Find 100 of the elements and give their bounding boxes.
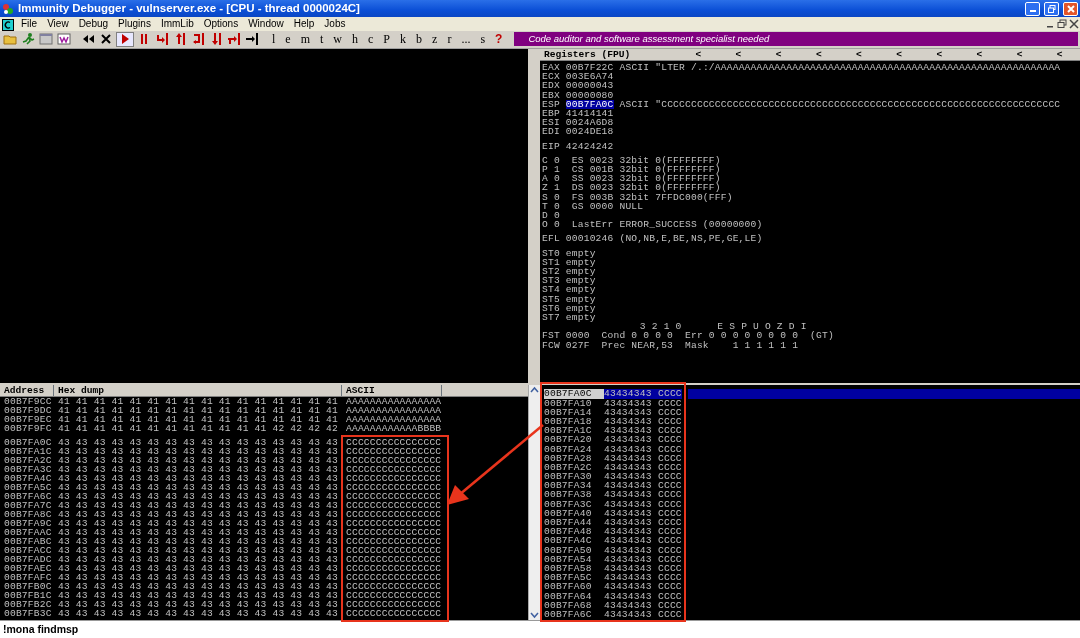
minimize-button[interactable] <box>1025 1 1040 16</box>
scrollbar[interactable] <box>528 385 540 621</box>
close-icon[interactable] <box>1068 19 1080 29</box>
menu-item[interactable]: Options <box>198 18 244 30</box>
toolbar-button[interactable]: P <box>379 32 395 47</box>
restore-button[interactable] <box>1044 1 1059 16</box>
stack-row[interactable]: 00B7FA18 43434343 CCCC <box>544 417 682 427</box>
toolbar-button[interactable]: z <box>428 32 442 47</box>
stack-row[interactable]: 00B7FA54 43434343 CCCC <box>544 554 682 564</box>
stack-row[interactable]: 00B7FA68 43434343 CCCC <box>544 600 682 610</box>
address-cell-text: 00B7FA3C <box>4 465 53 475</box>
stack-row[interactable]: 00B7FA6C 43434343 CCCC <box>544 609 682 620</box>
hex-bytes-cell-text: 43 43 43 43 43 43 43 43 43 43 43 43 43 43 43 43 <box>58 438 339 448</box>
close-button[interactable] <box>1063 1 1078 16</box>
stack-row[interactable]: 00B7FA38 43434343 CCCC <box>544 490 682 500</box>
toolbar-button[interactable]: b <box>412 32 427 47</box>
stack-row[interactable]: 00B7FA50 43434343 CCCC <box>544 545 682 555</box>
stack-row[interactable]: 00B7FA64 43434343 CCCC <box>544 591 682 601</box>
register-value: 00000080 <box>565 90 614 100</box>
toolbar-button[interactable]: t <box>316 32 328 47</box>
stack-row[interactable]: 00B7FA14 43434343 CCCC <box>544 407 682 417</box>
ascii-cell: CCCCCCCCCCCCCCCC <box>346 510 442 520</box>
scroll-left-button[interactable]: < <box>936 48 943 60</box>
scroll-left-button[interactable]: < <box>735 48 742 60</box>
address-cell-text: 00B7FB1C <box>4 591 53 601</box>
flag-line: D 0 <box>542 211 561 221</box>
scroll-left-button[interactable]: < <box>1016 48 1023 60</box>
toolbar-button[interactable]: w <box>329 32 347 47</box>
toolbar-button[interactable]: e <box>281 32 295 47</box>
register-name: ECX <box>542 72 561 82</box>
step-arrow-icon[interactable] <box>245 32 259 47</box>
toolbar-button[interactable]: k <box>396 32 411 47</box>
stack-row[interactable]: 00B7FA10 43434343 CCCC <box>544 398 682 408</box>
stack-row[interactable]: 00B7FA24 43434343 CCCC <box>544 444 682 454</box>
scroll-left-button[interactable]: < <box>695 48 702 60</box>
menu-item[interactable]: View <box>42 18 74 30</box>
scroll-left-button[interactable]: < <box>896 48 903 60</box>
stack-row[interactable]: 00B7FA30 43434343 CCCC <box>544 472 682 482</box>
scroll-down-icon[interactable] <box>529 610 540 621</box>
menu-item[interactable]: Help <box>288 18 320 30</box>
fpu-register-line: ST3 empty <box>542 276 597 286</box>
stack-row[interactable]: 00B7FA2C 43434343 CCCC <box>544 462 682 473</box>
stack-row[interactable]: 00B7FA1C 43434343 CCCC <box>544 426 682 436</box>
menu-item[interactable]: ImmLib <box>155 18 199 30</box>
ascii-cell: CCCCCCCCCCCCCCCC <box>346 537 442 547</box>
column-header[interactable]: Hex dump <box>54 385 342 397</box>
fpu-register-line: ST5 empty <box>542 294 597 304</box>
runner-icon[interactable] <box>21 32 35 47</box>
restore-icon[interactable] <box>1056 19 1068 29</box>
hex-bytes-cell-text: 41 41 41 41 41 41 41 41 41 41 41 41 41 41 41 41 <box>58 397 339 407</box>
scroll-left-button[interactable]: < <box>856 48 863 60</box>
toolbar-button[interactable]: ... <box>457 32 475 47</box>
window-icon[interactable] <box>57 32 71 47</box>
address-cell-text: 00B7FACC <box>4 546 53 556</box>
scroll-left-button[interactable]: < <box>775 48 782 60</box>
stack-row[interactable]: 00B7FA28 43434343 CCCC <box>544 453 682 463</box>
address-cell-text: 00B7FA4C <box>4 474 53 484</box>
stack-row[interactable]: 00B7FA20 43434343 CCCC <box>544 435 682 445</box>
hex-bytes-cell-text: 43 43 43 43 43 43 43 43 43 43 43 43 43 43 43 43 <box>58 555 339 565</box>
flag-line: Z 1 DS 0023 32bit 0(FFFFFFFF) <box>542 183 721 193</box>
stack-row[interactable]: 00B7FA0C 43434343 CCCC <box>544 389 682 399</box>
ascii-cell: AAAAAAAAAAAAAAAA <box>346 406 442 416</box>
stack-row[interactable]: 00B7FA4C 43434343 CCCC <box>544 536 682 546</box>
toolbar-button[interactable]: h <box>348 32 363 47</box>
ascii-cell: CCCCCCCCCCCCCCCC <box>346 501 442 511</box>
close-icon <box>1066 4 1075 13</box>
stack-row[interactable]: 00B7FA58 43434343 CCCC <box>544 564 682 574</box>
toolbar-button[interactable]: c <box>364 32 378 47</box>
register-name: EIP <box>542 141 561 151</box>
address-cell-text: 00B7FA9C <box>4 519 53 529</box>
help-button[interactable]: ? <box>491 32 507 47</box>
menu-item[interactable]: Window <box>243 18 289 30</box>
stack-row[interactable]: 00B7FA48 43434343 CCCC <box>544 527 682 537</box>
register-value: 41414141 <box>565 109 614 119</box>
scroll-left-button[interactable]: < <box>1056 48 1063 60</box>
column-header[interactable]: ASCII <box>342 385 442 397</box>
menu-item[interactable]: File <box>16 18 43 30</box>
register-name: EDI <box>542 127 561 137</box>
toolbar-button[interactable]: r <box>443 32 456 47</box>
toolbar-button[interactable]: l <box>268 32 280 47</box>
toolbar-button[interactable]: m <box>296 32 314 47</box>
menu-item[interactable]: Jobs <box>319 18 351 30</box>
stack-row[interactable]: 00B7FA34 43434343 CCCC <box>544 481 682 491</box>
stack-row[interactable]: 00B7FA60 43434343 CCCC <box>544 582 682 592</box>
hex-bytes-cell-text: 43 43 43 43 43 43 43 43 43 43 43 43 43 43 43 43 <box>58 591 339 601</box>
menu-item[interactable]: Debug <box>73 18 114 30</box>
ascii-cell: CCCCCCCCCCCCCCCC <box>346 519 442 529</box>
toolbar-button[interactable]: s <box>476 32 490 47</box>
menu-item[interactable]: Plugins <box>113 18 156 30</box>
ascii-cell: CCCCCCCCCCCCCCCC <box>346 474 442 484</box>
stack-row[interactable]: 00B7FA40 43434343 CCCC <box>544 508 682 519</box>
ascii-cell: CCCCCCCCCCCCCCCC <box>346 483 442 493</box>
stack-row[interactable]: 00B7FA3C 43434343 CCCC <box>544 499 682 509</box>
ascii-cell: CCCCCCCCCCCCCCCC <box>346 447 442 457</box>
stack-row[interactable]: 00B7FA44 43434343 CCCC <box>544 518 682 528</box>
fpu-register-line: ST4 empty <box>542 285 597 295</box>
column-header[interactable]: Address <box>0 385 54 397</box>
scroll-left-button[interactable]: < <box>976 48 983 60</box>
stack-row[interactable]: 00B7FA5C 43434343 CCCC <box>544 573 682 583</box>
scroll-left-button[interactable]: < <box>815 48 822 60</box>
